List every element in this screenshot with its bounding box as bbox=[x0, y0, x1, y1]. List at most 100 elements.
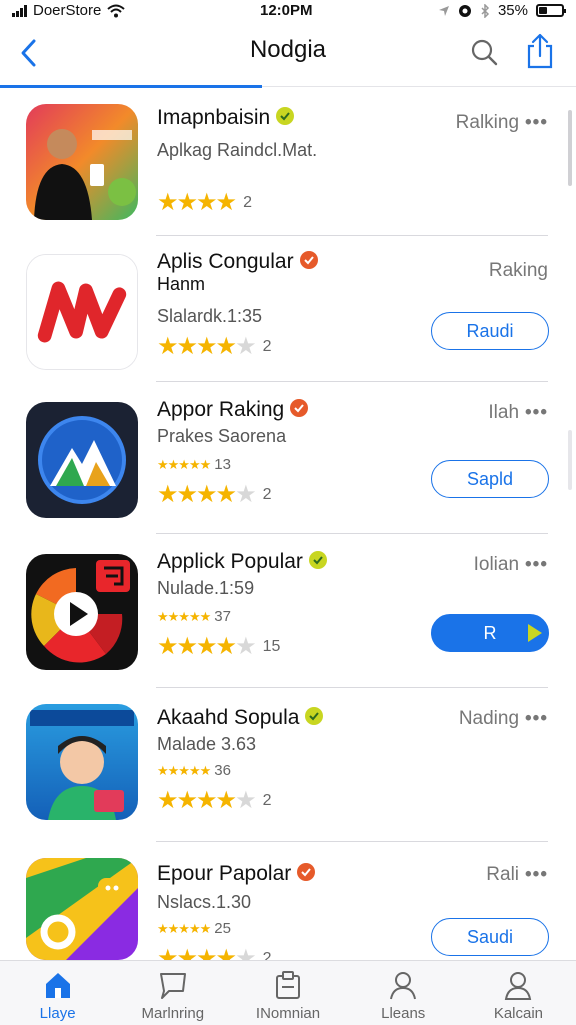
verified-badge-icon bbox=[290, 399, 309, 418]
open-button[interactable]: R bbox=[431, 614, 549, 652]
app-subtitle: Aplkag Raindcl.Mat. bbox=[157, 140, 318, 160]
rank-label: Ralking ••• bbox=[455, 112, 548, 134]
app-icon-colorful-ring bbox=[26, 858, 138, 960]
nav-bar: Nodgia bbox=[0, 24, 576, 88]
app-subtitle: Nulade.1:59 bbox=[157, 578, 255, 598]
rating-count: 2 bbox=[262, 338, 272, 355]
app-name: Imapnbaisin bbox=[157, 106, 295, 130]
star-icons: ★★★★ bbox=[157, 189, 237, 216]
app-subtitle: Prakes Saorena bbox=[157, 426, 287, 446]
mini-rating: ★★★★★ 25 bbox=[157, 920, 231, 937]
tab-bar: Llaye Marlnring INomnian Lleans Kalcain bbox=[0, 960, 576, 1025]
mini-star-icons: ★★★★★ bbox=[157, 763, 211, 778]
status-left: DoerStore bbox=[12, 2, 126, 19]
star-rating: ★★★★★ 2 bbox=[157, 480, 271, 509]
alarm-icon bbox=[458, 4, 471, 17]
status-bar: DoerStore 12:0PM 35% bbox=[0, 0, 576, 24]
rating-count: 2 bbox=[262, 486, 272, 503]
scrollbar-track bbox=[568, 430, 572, 490]
tab-label: Marlnring bbox=[141, 1005, 205, 1022]
carrier-name: DoerStore bbox=[33, 2, 102, 19]
app-name: Akaahd Sopula bbox=[157, 706, 324, 730]
list-item[interactable]: Imapnbaisin Aplkag Raindcl.Mat. ★★★★ 2 Ra… bbox=[0, 88, 576, 236]
app-name: Epour Papolar bbox=[157, 862, 316, 886]
more-icon[interactable]: ••• bbox=[525, 708, 548, 730]
app-name: Aplis Congular bbox=[157, 250, 318, 274]
app-subtitle: Slalardk.1:35 bbox=[157, 306, 263, 326]
tab-label: Kalcain bbox=[493, 1005, 544, 1022]
clipboard-icon bbox=[276, 971, 300, 999]
verified-badge-icon bbox=[308, 551, 327, 570]
list-item[interactable]: Epour Papolar Nslacs.1.30 ★★★★★ 25 ★★★★★ 2… bbox=[0, 842, 576, 960]
play-icon bbox=[528, 624, 542, 642]
person-icon bbox=[390, 972, 417, 1000]
tab-label: Llaye bbox=[39, 1005, 76, 1022]
verified-badge-icon bbox=[276, 107, 295, 126]
list-item[interactable]: Akaahd Sopula Malade 3.63 ★★★★★ 36 ★★★★★ 2… bbox=[0, 688, 576, 842]
rank-label: Ilah ••• bbox=[488, 402, 548, 424]
list-item[interactable]: Appor Raking Prakes Saorena ★★★★★ 13 ★★★★… bbox=[0, 382, 576, 534]
star-rating: ★★★★★ 2 bbox=[157, 786, 271, 815]
tab-learn[interactable]: Lleans bbox=[346, 961, 461, 1025]
app-name: Appor Raking bbox=[157, 398, 309, 422]
rating-count: 2 bbox=[262, 792, 272, 809]
mini-rating-count: 25 bbox=[214, 920, 231, 937]
scrollbar-thumb[interactable] bbox=[568, 110, 572, 186]
rank-label: Iolian ••• bbox=[473, 554, 548, 576]
app-name-line2: Hanm bbox=[157, 274, 206, 294]
tab-account[interactable]: Kalcain bbox=[461, 961, 576, 1025]
home-icon bbox=[45, 973, 70, 998]
star-rating: ★★★★★ 2 bbox=[157, 944, 271, 960]
star-rating: ★★★★★ 2 bbox=[157, 332, 271, 361]
get-button[interactable]: Saudi bbox=[431, 918, 549, 956]
get-button[interactable]: Raudi bbox=[431, 312, 549, 350]
verified-badge-icon bbox=[297, 863, 316, 882]
wifi-icon bbox=[107, 4, 126, 17]
battery-percent: 35% bbox=[497, 2, 528, 19]
rating-count: 15 bbox=[262, 638, 281, 655]
app-subtitle: Nslacs.1.30 bbox=[157, 892, 252, 912]
status-time: 12:0PM bbox=[260, 2, 313, 19]
more-icon[interactable]: ••• bbox=[525, 864, 548, 886]
battery-icon bbox=[536, 4, 566, 17]
chat-icon bbox=[159, 973, 186, 999]
mini-rating-count: 37 bbox=[214, 608, 231, 625]
list-item[interactable]: Aplis Congular Hanm Slalardk.1:35 ★★★★★ 2… bbox=[0, 236, 576, 382]
mini-star-icons: ★★★★★ bbox=[157, 609, 211, 624]
more-icon[interactable]: ••• bbox=[525, 112, 548, 134]
location-icon bbox=[438, 5, 449, 16]
app-icon-person-card bbox=[26, 104, 138, 220]
bluetooth-icon bbox=[481, 3, 490, 18]
rank-label: Rali ••• bbox=[486, 864, 548, 886]
rating-count: 2 bbox=[243, 194, 252, 211]
list-item[interactable]: Applick Popular Nulade.1:59 ★★★★★ 37 ★★★★… bbox=[0, 534, 576, 688]
search-icon[interactable] bbox=[468, 36, 500, 68]
star-icons: ★★★★★ bbox=[157, 481, 257, 508]
get-button[interactable]: Sapld bbox=[431, 460, 549, 498]
mini-rating: ★★★★★ 37 bbox=[157, 608, 231, 625]
more-icon[interactable]: ••• bbox=[525, 554, 548, 576]
mini-rating-count: 36 bbox=[214, 762, 231, 779]
tab-marketing[interactable]: Marlnring bbox=[115, 961, 230, 1025]
mini-rating: ★★★★★ 36 bbox=[157, 762, 231, 779]
verified-badge-icon bbox=[305, 707, 324, 726]
tab-label: INomnian bbox=[255, 1005, 321, 1022]
mini-rating: ★★★★★ 13 bbox=[157, 456, 231, 473]
tab-notifications[interactable]: INomnian bbox=[230, 961, 345, 1025]
tab-label: Lleans bbox=[381, 1005, 426, 1022]
app-name: Applick Popular bbox=[157, 550, 327, 574]
star-rating: ★★★★★ 15 bbox=[157, 632, 280, 661]
tab-home[interactable]: Llaye bbox=[0, 961, 115, 1025]
star-icons: ★★★★★ bbox=[157, 945, 257, 960]
star-icons: ★★★★★ bbox=[157, 633, 257, 660]
battery-fill bbox=[539, 7, 547, 14]
rank-label: Raking bbox=[488, 260, 548, 281]
mini-star-icons: ★★★★★ bbox=[157, 921, 211, 936]
profile-icon bbox=[505, 972, 532, 1000]
rating-count: 2 bbox=[262, 950, 272, 960]
share-icon[interactable] bbox=[524, 32, 556, 70]
star-rating: ★★★★ 2 bbox=[157, 188, 252, 217]
more-icon[interactable]: ••• bbox=[525, 402, 548, 424]
mini-rating-count: 13 bbox=[214, 456, 231, 473]
app-subtitle: Malade 3.63 bbox=[157, 734, 257, 754]
